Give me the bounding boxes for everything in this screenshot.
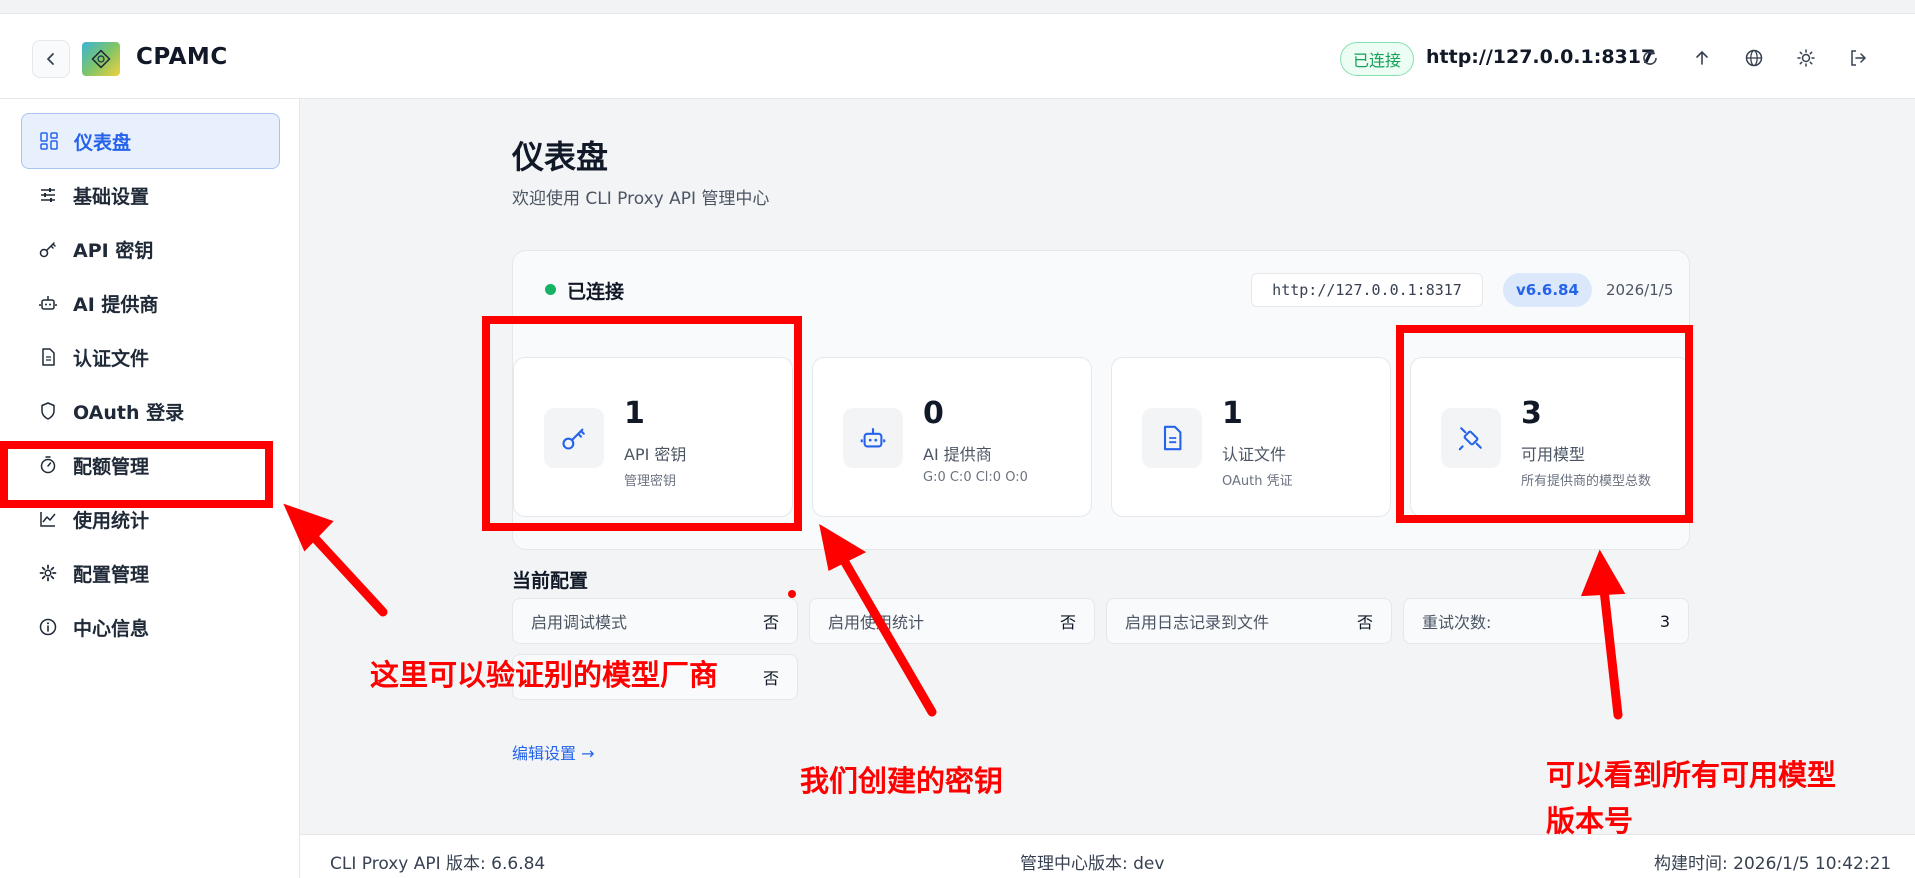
browser-bookmark-bar [0,0,1915,14]
sidebar-item-label: 认证文件 [73,347,150,370]
file-icon [1142,408,1202,468]
config-label: 启用使用统计 [828,613,925,632]
key-icon [37,238,59,260]
stat-value: 0 [923,396,944,431]
annotation-box-api-keys [482,316,802,531]
sidebar-item-auth-files[interactable]: 认证文件 [21,329,280,385]
dashboard-icon [38,130,60,152]
stat-value: 1 [1222,396,1243,431]
file-icon [37,346,59,368]
sidebar-item-config[interactable]: 配置管理 [21,545,280,601]
stat-card-auth-files[interactable]: 1 认证文件 OAuth 凭证 [1111,357,1391,517]
logout-button[interactable] [1844,44,1872,72]
brand-name: CPAMC [136,44,228,70]
center-version-text: 管理中心版本: dev [1020,854,1165,874]
edit-settings-link[interactable]: 编辑设置 → [512,740,595,764]
config-value: 否 [762,613,779,632]
sidebar-item-label: API 密钥 [73,239,154,262]
config-value: 否 [1059,613,1076,632]
sidebar-item-dashboard[interactable]: 仪表盘 [21,113,280,169]
config-label: 启用调试模式 [531,613,628,632]
logo-emblem-icon [91,49,111,69]
config-item-retry-count: 重试次数: 3 [1403,598,1689,644]
sidebar-item-center-info[interactable]: 中心信息 [21,599,280,655]
config-item-usage-stats: 启用使用统计 否 [809,598,1095,644]
status-label: 已连接 [567,281,625,303]
annotation-box-models [1396,325,1693,523]
language-button[interactable] [1740,44,1768,72]
back-button[interactable] [32,40,70,78]
top-header: CPAMC 已连接 http://127.0.0.1:8317 [0,14,1915,99]
stat-label: AI 提供商 [923,445,992,464]
sidebar-item-ai-providers[interactable]: AI 提供商 [21,275,280,331]
status-date: 2026/1/5 [1606,281,1674,299]
config-value: 3 [1659,611,1670,631]
arrow-up-icon [1696,50,1708,65]
robot-icon [37,292,59,314]
server-url: http://127.0.0.1:8317 [1426,46,1655,68]
sidebar-item-api-keys[interactable]: API 密钥 [21,221,280,277]
chart-icon [37,508,59,530]
sidebar-item-label: 基础设置 [73,185,150,208]
logout-icon [1851,50,1867,66]
annotation-note-models-2: 版本号 [1546,804,1634,838]
app-logo [82,42,120,76]
sun-icon [1797,49,1815,67]
theme-toggle-button[interactable] [1792,44,1820,72]
config-label: 重试次数: [1422,613,1492,632]
annotation-note-models-1: 可以看到所有可用模型 [1546,758,1837,792]
sidebar-item-label: 配置管理 [73,563,150,586]
stat-sub: G:0 C:0 Cl:0 O:0 [923,470,1028,485]
gear-icon [37,562,59,584]
annotation-note-key: 我们创建的密钥 [800,764,1004,798]
page-subtitle: 欢迎使用 CLI Proxy API 管理中心 [512,189,770,209]
annotation-box-oauth [0,441,273,508]
chevron-left-icon [47,53,54,65]
globe-icon [1745,49,1763,67]
sidebar-item-label: AI 提供商 [73,293,159,316]
page-title: 仪表盘 [512,138,609,176]
shield-icon [37,400,59,422]
stat-sub: OAuth 凭证 [1222,474,1293,489]
status-dot-icon [545,284,556,295]
api-version-text: CLI Proxy API 版本: 6.6.84 [330,854,546,874]
sidebar-item-basic-settings[interactable]: 基础设置 [21,167,280,223]
refresh-button[interactable] [1636,44,1664,72]
connection-status-badge: 已连接 [1340,42,1415,76]
config-item-file-logging: 启用日志记录到文件 否 [1106,598,1392,644]
config-label: 启用日志记录到文件 [1125,613,1270,632]
sidebar-item-label: 仪表盘 [74,131,132,154]
build-time-text: 构建时间: 2026/1/5 10:42:21 [1654,854,1892,874]
annotation-note-oauth: 这里可以验证别的模型厂商 [370,658,719,692]
sidebar-item-oauth-login[interactable]: OAuth 登录 [21,383,280,439]
stat-card-ai-providers[interactable]: 0 AI 提供商 G:0 C:0 Cl:0 O:0 [812,357,1092,517]
robot-icon [843,408,903,468]
info-icon [37,616,59,638]
config-item-debug: 启用调试模式 否 [512,598,798,644]
server-url-chip: http://127.0.0.1:8317 [1251,273,1483,307]
sidebar-item-label: 中心信息 [73,617,150,640]
scroll-top-button[interactable] [1688,44,1716,72]
config-value: 否 [762,669,779,688]
sliders-icon [37,184,59,206]
current-config-title: 当前配置 [512,570,589,592]
stat-label: 认证文件 [1222,445,1287,464]
config-value: 否 [1356,613,1373,632]
version-badge: v6.6.84 [1503,273,1592,307]
sidebar-item-label: OAuth 登录 [73,401,185,424]
footer: CLI Proxy API 版本: 6.6.84 管理中心版本: dev 构建时… [300,834,1915,878]
refresh-icon [1643,49,1657,65]
sidebar-item-label: 使用统计 [73,509,150,532]
